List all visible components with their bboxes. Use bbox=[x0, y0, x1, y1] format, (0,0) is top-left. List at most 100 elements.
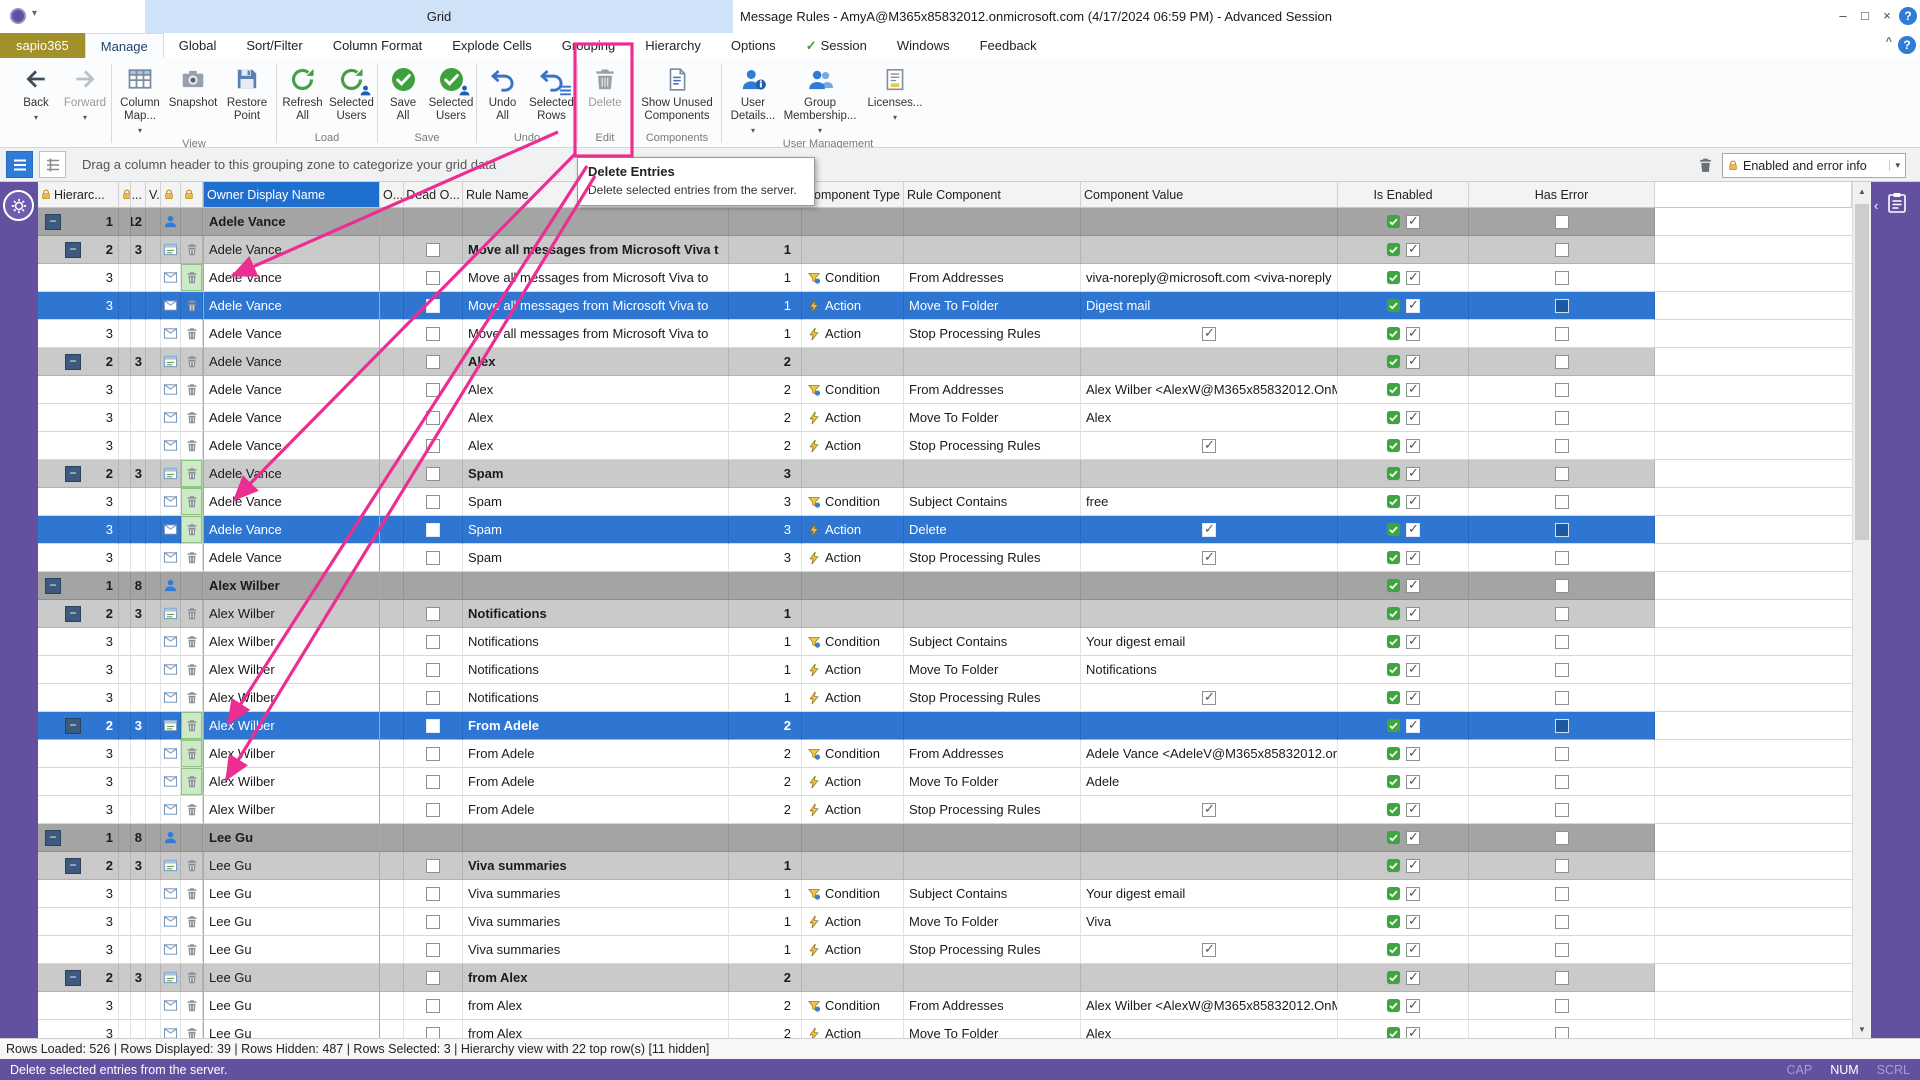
dead-checkbox[interactable] bbox=[426, 915, 440, 929]
grid-row[interactable]: −18Alex Wilber bbox=[38, 572, 1852, 600]
enabled-checkbox[interactable] bbox=[1406, 523, 1420, 537]
enabled-checkbox[interactable] bbox=[1406, 887, 1420, 901]
dead-checkbox[interactable] bbox=[426, 747, 440, 761]
tab-windows[interactable]: Windows bbox=[882, 33, 965, 58]
grid-row[interactable]: 3Lee Gufrom Alex2ConditionFrom Addresses… bbox=[38, 992, 1852, 1020]
dead-checkbox[interactable] bbox=[426, 523, 440, 537]
enabled-checkbox[interactable] bbox=[1406, 859, 1420, 873]
collapse-button[interactable]: − bbox=[65, 718, 81, 734]
value-checkbox[interactable] bbox=[1202, 439, 1216, 453]
restore-point-button[interactable]: RestorePoint bbox=[219, 58, 275, 137]
grid-row[interactable]: −18Lee Gu bbox=[38, 824, 1852, 852]
trash-icon[interactable] bbox=[185, 298, 199, 313]
column-header-o[interactable]: O... bbox=[380, 182, 404, 208]
trash-icon[interactable] bbox=[185, 690, 199, 705]
grid-row[interactable]: −23Adele VanceMove all messages from Mic… bbox=[38, 236, 1852, 264]
error-checkbox[interactable] bbox=[1555, 775, 1569, 789]
dead-checkbox[interactable] bbox=[426, 999, 440, 1013]
error-checkbox[interactable] bbox=[1555, 943, 1569, 957]
vertical-scrollbar[interactable]: ▲ ▼ bbox=[1852, 182, 1871, 1038]
dead-checkbox[interactable] bbox=[426, 243, 440, 257]
maximize-button[interactable]: □ bbox=[1854, 5, 1876, 27]
error-checkbox[interactable] bbox=[1555, 383, 1569, 397]
error-checkbox[interactable] bbox=[1555, 215, 1569, 229]
dead-checkbox[interactable] bbox=[426, 971, 440, 985]
dead-checkbox[interactable] bbox=[426, 1027, 440, 1039]
tab-manage[interactable]: Manage bbox=[85, 33, 164, 58]
clipboard-icon[interactable] bbox=[1887, 192, 1907, 217]
enabled-checkbox[interactable] bbox=[1406, 971, 1420, 985]
error-checkbox[interactable] bbox=[1555, 803, 1569, 817]
trash-icon[interactable] bbox=[185, 438, 199, 453]
trash-icon[interactable] bbox=[185, 410, 199, 425]
snapshot-button[interactable]: Snapshot bbox=[167, 58, 219, 137]
minimize-button[interactable]: – bbox=[1832, 5, 1854, 27]
dead-checkbox[interactable] bbox=[426, 411, 440, 425]
back-button[interactable]: Back▾ bbox=[12, 58, 60, 131]
enabled-checkbox[interactable] bbox=[1406, 411, 1420, 425]
enabled-checkbox[interactable] bbox=[1406, 663, 1420, 677]
dead-checkbox[interactable] bbox=[426, 635, 440, 649]
error-checkbox[interactable] bbox=[1555, 467, 1569, 481]
error-checkbox[interactable] bbox=[1555, 859, 1569, 873]
trash-icon[interactable] bbox=[185, 522, 199, 537]
error-checkbox[interactable] bbox=[1555, 439, 1569, 453]
hierarchy-view-toggle[interactable] bbox=[6, 151, 33, 178]
error-checkbox[interactable] bbox=[1555, 663, 1569, 677]
column-header-icon[interactable] bbox=[181, 182, 203, 208]
user-details-button[interactable]: UserDetails...▾ bbox=[723, 58, 783, 137]
error-checkbox[interactable] bbox=[1555, 551, 1569, 565]
error-checkbox[interactable] bbox=[1555, 1027, 1569, 1039]
collapse-button[interactable]: − bbox=[65, 970, 81, 986]
dead-checkbox[interactable] bbox=[426, 887, 440, 901]
enabled-checkbox[interactable] bbox=[1406, 691, 1420, 705]
error-checkbox[interactable] bbox=[1555, 271, 1569, 285]
grid-row[interactable]: 3Alex WilberNotifications1ConditionSubje… bbox=[38, 628, 1852, 656]
tab-hierarchy[interactable]: Hierarchy bbox=[630, 33, 716, 58]
app-icon[interactable] bbox=[10, 8, 26, 24]
dead-checkbox[interactable] bbox=[426, 271, 440, 285]
error-checkbox[interactable] bbox=[1555, 495, 1569, 509]
dead-checkbox[interactable] bbox=[426, 663, 440, 677]
grid-row[interactable]: 3Alex WilberFrom Adele2ConditionFrom Add… bbox=[38, 740, 1852, 768]
tab-sapio365[interactable]: sapio365 bbox=[0, 33, 85, 58]
grid-row[interactable]: −23Lee GuViva summaries1 bbox=[38, 852, 1852, 880]
dead-checkbox[interactable] bbox=[426, 691, 440, 705]
refresh-all-button[interactable]: RefreshAll bbox=[278, 58, 327, 131]
trash-icon[interactable] bbox=[185, 466, 199, 481]
enabled-checkbox[interactable] bbox=[1406, 467, 1420, 481]
trash-icon[interactable] bbox=[185, 802, 199, 817]
column-header-component-type[interactable]: Component Type bbox=[802, 182, 904, 208]
undo-all-button[interactable]: UndoAll bbox=[478, 58, 527, 131]
enabled-checkbox[interactable] bbox=[1406, 831, 1420, 845]
grid-row[interactable]: 3Adele VanceMove all messages from Micro… bbox=[38, 292, 1852, 320]
save-all-button[interactable]: SaveAll bbox=[379, 58, 427, 131]
collapse-button[interactable]: − bbox=[65, 466, 81, 482]
grid-row[interactable]: 3Adele VanceMove all messages from Micro… bbox=[38, 320, 1852, 348]
dead-checkbox[interactable] bbox=[426, 327, 440, 341]
panel-collapse-icon[interactable]: ‹ bbox=[1874, 198, 1878, 213]
error-checkbox[interactable] bbox=[1555, 971, 1569, 985]
dead-checkbox[interactable] bbox=[426, 551, 440, 565]
trash-icon[interactable] bbox=[185, 970, 199, 985]
trash-icon[interactable] bbox=[185, 550, 199, 565]
column-map-button[interactable]: ColumnMap...▾ bbox=[113, 58, 167, 137]
dead-checkbox[interactable] bbox=[426, 439, 440, 453]
column-header-rule-component[interactable]: Rule Component bbox=[904, 182, 1081, 208]
collapse-button[interactable]: − bbox=[45, 578, 61, 594]
grid-row[interactable]: 3Adele VanceAlex2ActionMove To FolderAle… bbox=[38, 404, 1852, 432]
enabled-checkbox[interactable] bbox=[1406, 271, 1420, 285]
dead-checkbox[interactable] bbox=[426, 383, 440, 397]
enabled-checkbox[interactable] bbox=[1406, 495, 1420, 509]
dead-checkbox[interactable] bbox=[426, 775, 440, 789]
scrollbar-thumb[interactable] bbox=[1855, 204, 1869, 540]
trash-icon[interactable] bbox=[185, 354, 199, 369]
tab-sort-filter[interactable]: Sort/Filter bbox=[231, 33, 317, 58]
grid-window-tab[interactable]: Grid bbox=[145, 0, 733, 33]
value-checkbox[interactable] bbox=[1202, 943, 1216, 957]
enabled-checkbox[interactable] bbox=[1406, 775, 1420, 789]
error-checkbox[interactable] bbox=[1555, 523, 1569, 537]
tab-session[interactable]: ✓Session bbox=[791, 33, 882, 58]
enabled-checkbox[interactable] bbox=[1406, 803, 1420, 817]
show-unused-components-button[interactable]: Show UnusedComponents bbox=[634, 58, 720, 131]
